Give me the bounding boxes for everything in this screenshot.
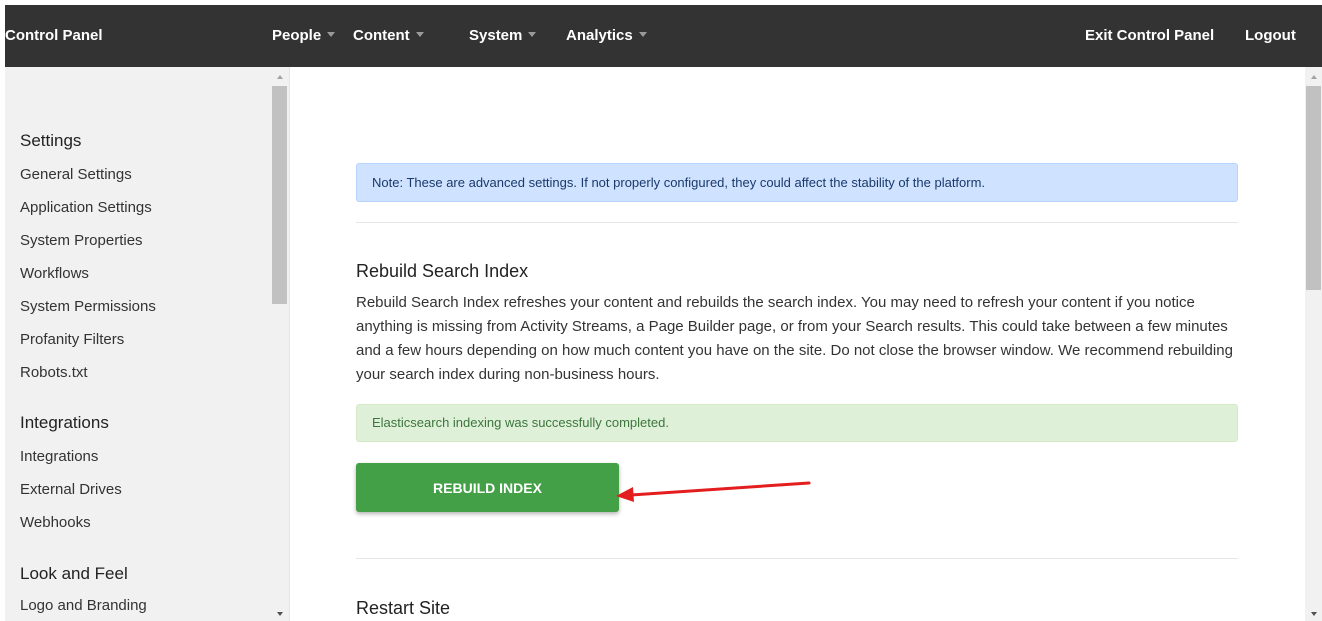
annotation-arrow: [616, 481, 811, 502]
app-window: Control Panel People Content System Anal…: [5, 5, 1322, 621]
